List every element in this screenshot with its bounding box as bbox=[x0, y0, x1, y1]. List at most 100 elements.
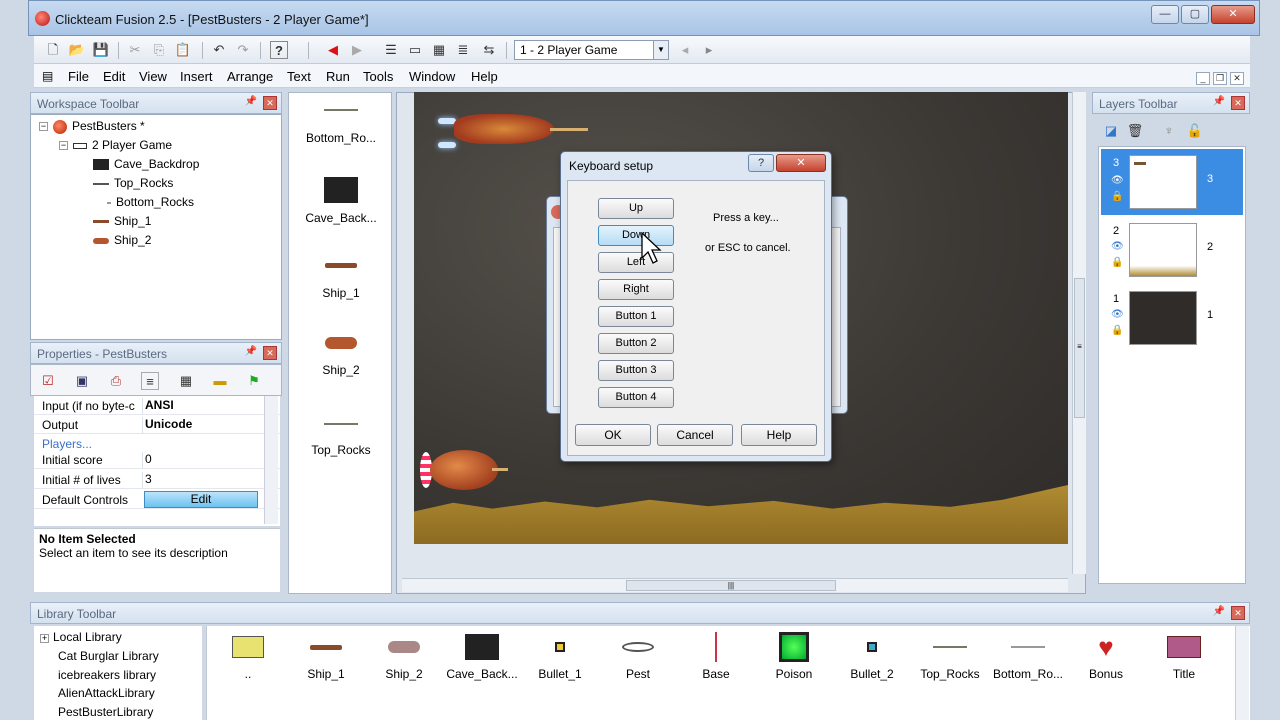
pin-icon[interactable]: 📌 bbox=[245, 96, 257, 107]
menu-run[interactable]: Run bbox=[326, 69, 350, 84]
mdi-close-button[interactable]: ✕ bbox=[1230, 72, 1244, 85]
close-icon[interactable]: ✕ bbox=[263, 346, 277, 360]
mdi-restore-button[interactable]: ❐ bbox=[1213, 72, 1227, 85]
menu-tools[interactable]: Tools bbox=[363, 69, 393, 84]
library-item[interactable]: PestBusterLibrary bbox=[58, 705, 153, 719]
cancel-button[interactable]: Cancel bbox=[657, 424, 733, 446]
pin-icon[interactable]: 📌 bbox=[1213, 96, 1225, 107]
horizontal-scrollbar[interactable]: ||| bbox=[402, 578, 1068, 592]
frame-select[interactable]: 1 - 2 Player Game ▼ bbox=[514, 40, 669, 60]
menu-insert[interactable]: Insert bbox=[180, 69, 213, 84]
library-local[interactable]: + Local Library bbox=[40, 630, 122, 644]
object-item[interactable]: Top_Rocks bbox=[289, 419, 393, 457]
key-button-3[interactable]: Button 3 bbox=[598, 360, 674, 381]
next-frame-icon[interactable]: ▸ bbox=[700, 41, 718, 59]
tree-item[interactable]: Bottom_Rocks bbox=[107, 195, 194, 209]
open-folder-icon[interactable]: 📂 bbox=[68, 41, 86, 59]
add-layer-icon[interactable]: ◪ bbox=[1102, 122, 1120, 140]
object-item[interactable]: Bottom_Ro... bbox=[289, 103, 393, 145]
chevron-down-icon[interactable]: ▼ bbox=[653, 41, 668, 59]
window-tab-icon[interactable]: ▣ bbox=[73, 372, 91, 390]
key-up-button[interactable]: Up bbox=[598, 198, 674, 219]
key-right-button[interactable]: Right bbox=[598, 279, 674, 300]
menu-help[interactable]: Help bbox=[471, 69, 498, 84]
library-item[interactable]: icebreakers library bbox=[58, 668, 156, 682]
paste-icon[interactable]: 📋 bbox=[174, 41, 192, 59]
menu-text[interactable]: Text bbox=[287, 69, 311, 84]
tree-item[interactable]: Top_Rocks bbox=[93, 176, 173, 190]
close-button[interactable]: ✕ bbox=[1211, 5, 1255, 24]
object-item[interactable]: Ship_2 bbox=[289, 335, 393, 377]
settings-tab-icon[interactable]: ☑ bbox=[39, 372, 57, 390]
property-row[interactable]: Initial score 0 bbox=[34, 450, 280, 469]
key-button-1[interactable]: Button 1 bbox=[598, 306, 674, 327]
delete-layer-icon[interactable]: 🗑 bbox=[1126, 122, 1144, 140]
eye-icon[interactable]: 👁 bbox=[1111, 175, 1124, 186]
layer-item[interactable]: 2 👁 🔒 2 bbox=[1101, 217, 1243, 283]
pin-icon[interactable]: 📌 bbox=[1213, 606, 1225, 617]
layer-item[interactable]: 1 👁 🔒 1 bbox=[1101, 285, 1243, 351]
values-tab-icon[interactable]: ≡ bbox=[141, 372, 159, 390]
library-scrollbar[interactable] bbox=[1235, 626, 1249, 720]
cut-icon[interactable]: ✂ bbox=[126, 41, 144, 59]
eye-icon[interactable]: 👁 bbox=[1111, 309, 1124, 320]
save-icon[interactable]: 💾 bbox=[92, 41, 110, 59]
menu-arrange[interactable]: Arrange bbox=[227, 69, 273, 84]
close-icon[interactable]: ✕ bbox=[1231, 96, 1245, 110]
event-list-icon[interactable]: ≣ bbox=[454, 41, 472, 59]
mdi-minimize-button[interactable]: _ bbox=[1196, 72, 1210, 85]
menu-view[interactable]: View bbox=[139, 69, 167, 84]
property-row[interactable]: Initial # of lives 3 bbox=[34, 470, 280, 489]
key-button-2[interactable]: Button 2 bbox=[598, 333, 674, 354]
windows-tab-icon[interactable]: ⚑ bbox=[245, 372, 263, 390]
new-file-icon[interactable]: 🗋 bbox=[44, 41, 62, 59]
prev-frame-icon[interactable]: ◂ bbox=[676, 41, 694, 59]
tree-item[interactable]: Cave_Backdrop bbox=[93, 157, 199, 171]
lock-icon[interactable]: 🔒 bbox=[1111, 325, 1123, 336]
tree-frame[interactable]: −2 Player Game bbox=[59, 138, 172, 152]
tree-item[interactable]: Ship_1 bbox=[93, 214, 151, 228]
vertical-scrollbar[interactable]: ≡ bbox=[1072, 92, 1086, 574]
menu-file[interactable]: File bbox=[68, 69, 89, 84]
ok-button[interactable]: OK bbox=[575, 424, 651, 446]
pin-icon[interactable]: 📌 bbox=[245, 346, 257, 357]
key-button-4[interactable]: Button 4 bbox=[598, 387, 674, 408]
dialog-close-button[interactable]: ✕ bbox=[776, 154, 826, 172]
redo-icon[interactable]: ↷ bbox=[234, 41, 252, 59]
event-editor-icon[interactable]: ▦ bbox=[430, 41, 448, 59]
visibility-icon[interactable]: ♆ bbox=[1160, 122, 1178, 140]
maximize-button[interactable]: ▢ bbox=[1181, 5, 1209, 24]
undo-icon[interactable]: ↶ bbox=[210, 41, 228, 59]
close-icon[interactable]: ✕ bbox=[263, 96, 277, 110]
lock-icon[interactable]: 🔒 bbox=[1111, 191, 1123, 202]
lock-icon[interactable]: 🔒 bbox=[1111, 257, 1123, 268]
eye-icon[interactable]: 👁 bbox=[1111, 241, 1124, 252]
forward-frame-icon[interactable]: ▶ bbox=[348, 41, 366, 59]
ship-2-sprite[interactable] bbox=[420, 448, 510, 492]
back-frame-icon[interactable]: ◀ bbox=[324, 41, 342, 59]
doc-icon[interactable]: ▤ bbox=[42, 69, 53, 83]
storyboard-icon[interactable]: ☰ bbox=[382, 41, 400, 59]
copy-icon[interactable]: ⎘ bbox=[150, 41, 168, 59]
help-button[interactable]: Help bbox=[741, 424, 817, 446]
library-item[interactable]: AlienAttackLibrary bbox=[58, 686, 155, 700]
menu-window[interactable]: Window bbox=[409, 69, 455, 84]
minimize-button[interactable]: — bbox=[1151, 5, 1179, 24]
object-item[interactable]: Ship_1 bbox=[289, 259, 393, 300]
grid-tab-icon[interactable]: ▦ bbox=[177, 372, 195, 390]
property-row[interactable]: Output Unicode bbox=[34, 415, 280, 434]
frame-editor-icon[interactable]: ▭ bbox=[406, 41, 424, 59]
library-item[interactable]: Cat Burglar Library bbox=[58, 649, 159, 663]
tree-root[interactable]: − PestBusters * bbox=[39, 119, 145, 134]
runtime-tab-icon[interactable]: ⎙ bbox=[107, 372, 125, 390]
close-icon[interactable]: ✕ bbox=[1231, 606, 1245, 620]
about-tab-icon[interactable]: ▬ bbox=[211, 372, 229, 390]
properties-scrollbar[interactable] bbox=[264, 396, 278, 524]
help-icon[interactable]: ? bbox=[270, 41, 288, 59]
edit-controls-button[interactable]: Edit bbox=[144, 491, 258, 508]
property-row[interactable]: Default Controls Edit bbox=[34, 490, 280, 509]
dialog-help-button[interactable]: ? bbox=[748, 154, 774, 172]
data-elements-icon[interactable]: ⇆ bbox=[480, 41, 498, 59]
ship-1-sprite[interactable] bbox=[438, 112, 588, 148]
lock-icon[interactable]: 🔓 bbox=[1186, 122, 1204, 140]
